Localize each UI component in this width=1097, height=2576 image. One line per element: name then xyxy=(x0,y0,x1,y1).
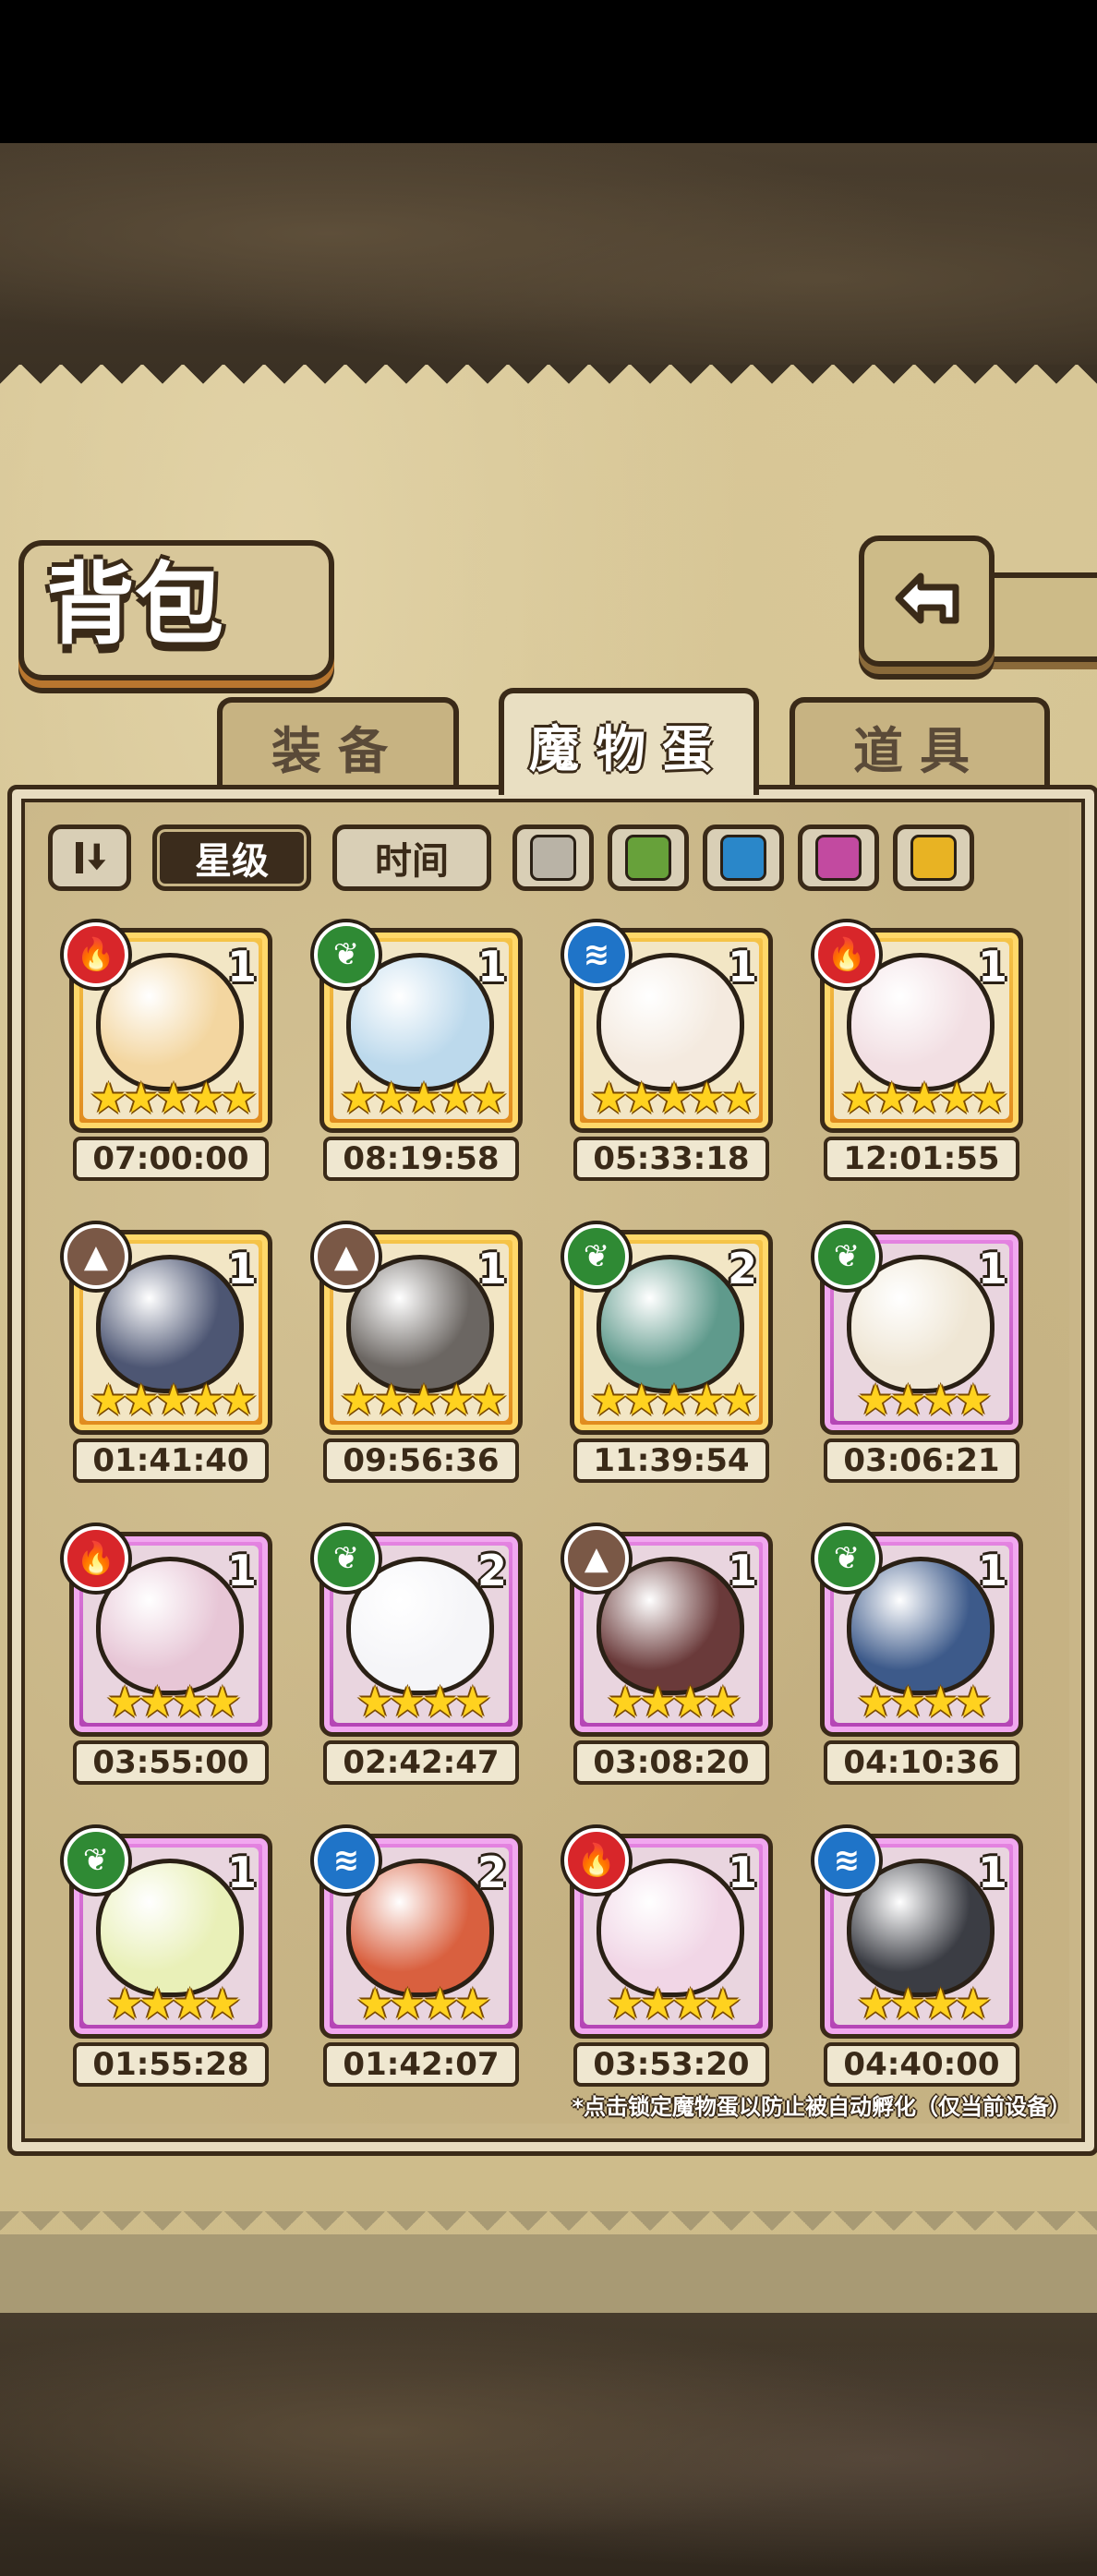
star-rating: ★★★★★ xyxy=(89,1073,258,1123)
hatch-timer: 03:08:20 xyxy=(573,1740,769,1785)
back-arrow-icon xyxy=(895,572,958,624)
leaf-icon: ❦ xyxy=(64,1828,128,1893)
star-rating: ★★★★ xyxy=(356,1979,492,2028)
mountain-icon: ▲ xyxy=(564,1526,629,1591)
hatch-timer: 07:00:00 xyxy=(73,1137,269,1181)
egg-count: 2 xyxy=(476,1848,507,1897)
flame-icon: 🔥 xyxy=(64,1526,128,1591)
page-title: 背包 xyxy=(46,552,223,656)
star-rating: ★★★★★ xyxy=(339,1073,508,1123)
flame-icon: 🔥 xyxy=(64,922,128,987)
leaf-icon: ❦ xyxy=(314,1526,379,1591)
color-swatch xyxy=(625,835,671,881)
egg-count: 1 xyxy=(977,1244,1007,1294)
tab-label: 道具 xyxy=(853,722,986,780)
flame-icon: 🔥 xyxy=(814,922,879,987)
star-rating: ★★★★ xyxy=(856,1375,993,1425)
hatch-timer: 03:06:21 xyxy=(824,1438,1019,1483)
star-rating: ★★★★ xyxy=(856,1979,993,2028)
star-rating: ★★★★★ xyxy=(839,1073,1008,1123)
color-swatch xyxy=(720,835,766,881)
egg-count: 1 xyxy=(476,1244,507,1294)
sort-toggle-icon xyxy=(76,842,106,873)
tab-monster-eggs[interactable]: 魔物蛋 xyxy=(499,688,759,795)
leaf-icon: ❦ xyxy=(814,1224,879,1289)
lock-hint-note: *点击锁定魔物蛋以防止被自动孵化（仅当前设备） xyxy=(572,2094,1071,2120)
hatch-timer: 02:42:47 xyxy=(323,1740,519,1785)
star-rating: ★★★★★ xyxy=(589,1375,758,1425)
sort-by-star-button[interactable]: 星级 xyxy=(152,825,311,891)
hatch-timer: 04:40:00 xyxy=(824,2042,1019,2087)
flame-icon: 🔥 xyxy=(564,1828,629,1893)
egg-count: 2 xyxy=(727,1244,757,1294)
egg-count: 1 xyxy=(476,942,507,992)
hatch-timer: 01:42:07 xyxy=(323,2042,519,2087)
hatch-timer: 09:56:36 xyxy=(323,1438,519,1483)
leaf-icon: ❦ xyxy=(814,1526,879,1591)
star-rating: ★★★★ xyxy=(105,1979,242,2028)
star-rating: ★★★★ xyxy=(606,1677,742,1727)
star-rating: ★★★★ xyxy=(356,1677,492,1727)
star-rating: ★★★★ xyxy=(856,1677,993,1727)
star-rating: ★★★★ xyxy=(606,1979,742,2028)
egg-count: 1 xyxy=(977,1546,1007,1595)
tab-label: 魔物蛋 xyxy=(529,719,729,778)
egg-count: 1 xyxy=(226,1546,257,1595)
egg-count: 1 xyxy=(727,1546,757,1595)
tab-items[interactable]: 道具 xyxy=(790,697,1050,790)
leaf-icon: ❦ xyxy=(314,922,379,987)
filter-color-blue-button[interactable] xyxy=(703,825,784,891)
torn-edge-top xyxy=(0,365,1097,402)
filter-color-pink-button[interactable] xyxy=(798,825,879,891)
egg-count: 1 xyxy=(226,1244,257,1294)
filter-color-green-button[interactable] xyxy=(608,825,689,891)
tab-equipment[interactable]: 装备 xyxy=(217,697,459,790)
leaf-icon: ❦ xyxy=(564,1224,629,1289)
water-icon: ≋ xyxy=(564,922,629,987)
hatch-timer: 11:39:54 xyxy=(573,1438,769,1483)
torn-edge-bottom xyxy=(0,2211,1097,2257)
mountain-icon: ▲ xyxy=(64,1224,128,1289)
star-rating: ★★★★ xyxy=(105,1677,242,1727)
egg-count: 1 xyxy=(727,942,757,992)
mountain-icon: ▲ xyxy=(314,1224,379,1289)
hatch-timer: 05:33:18 xyxy=(573,1137,769,1181)
egg-count: 2 xyxy=(476,1546,507,1595)
hatch-timer: 01:55:28 xyxy=(73,2042,269,2087)
back-button[interactable] xyxy=(859,536,995,667)
star-rating: ★★★★★ xyxy=(339,1375,508,1425)
egg-count: 1 xyxy=(226,1848,257,1897)
egg-count: 1 xyxy=(226,942,257,992)
filter-color-yellow-button[interactable] xyxy=(893,825,974,891)
egg-count: 1 xyxy=(977,1848,1007,1897)
map-background-top xyxy=(0,143,1097,369)
water-icon: ≋ xyxy=(814,1828,879,1893)
hatch-timer: 08:19:58 xyxy=(323,1137,519,1181)
color-swatch xyxy=(530,835,576,881)
hatch-timer: 12:01:55 xyxy=(824,1137,1019,1181)
sort-by-time-button[interactable]: 时间 xyxy=(332,825,491,891)
back-button-rail xyxy=(979,572,1097,662)
map-background-bottom xyxy=(0,2313,1097,2576)
hatch-timer: 04:10:36 xyxy=(824,1740,1019,1785)
color-swatch xyxy=(815,835,862,881)
star-rating: ★★★★★ xyxy=(589,1073,758,1123)
tab-label: 装备 xyxy=(271,722,404,780)
egg-count: 1 xyxy=(727,1848,757,1897)
star-rating: ★★★★★ xyxy=(89,1375,258,1425)
filter-color-gray-button[interactable] xyxy=(512,825,594,891)
sort-toggle-button[interactable] xyxy=(48,825,131,891)
water-icon: ≋ xyxy=(314,1828,379,1893)
egg-count: 1 xyxy=(977,942,1007,992)
hatch-timer: 03:55:00 xyxy=(73,1740,269,1785)
hatch-timer: 01:41:40 xyxy=(73,1438,269,1483)
color-swatch xyxy=(910,835,957,881)
hatch-timer: 03:53:20 xyxy=(573,2042,769,2087)
